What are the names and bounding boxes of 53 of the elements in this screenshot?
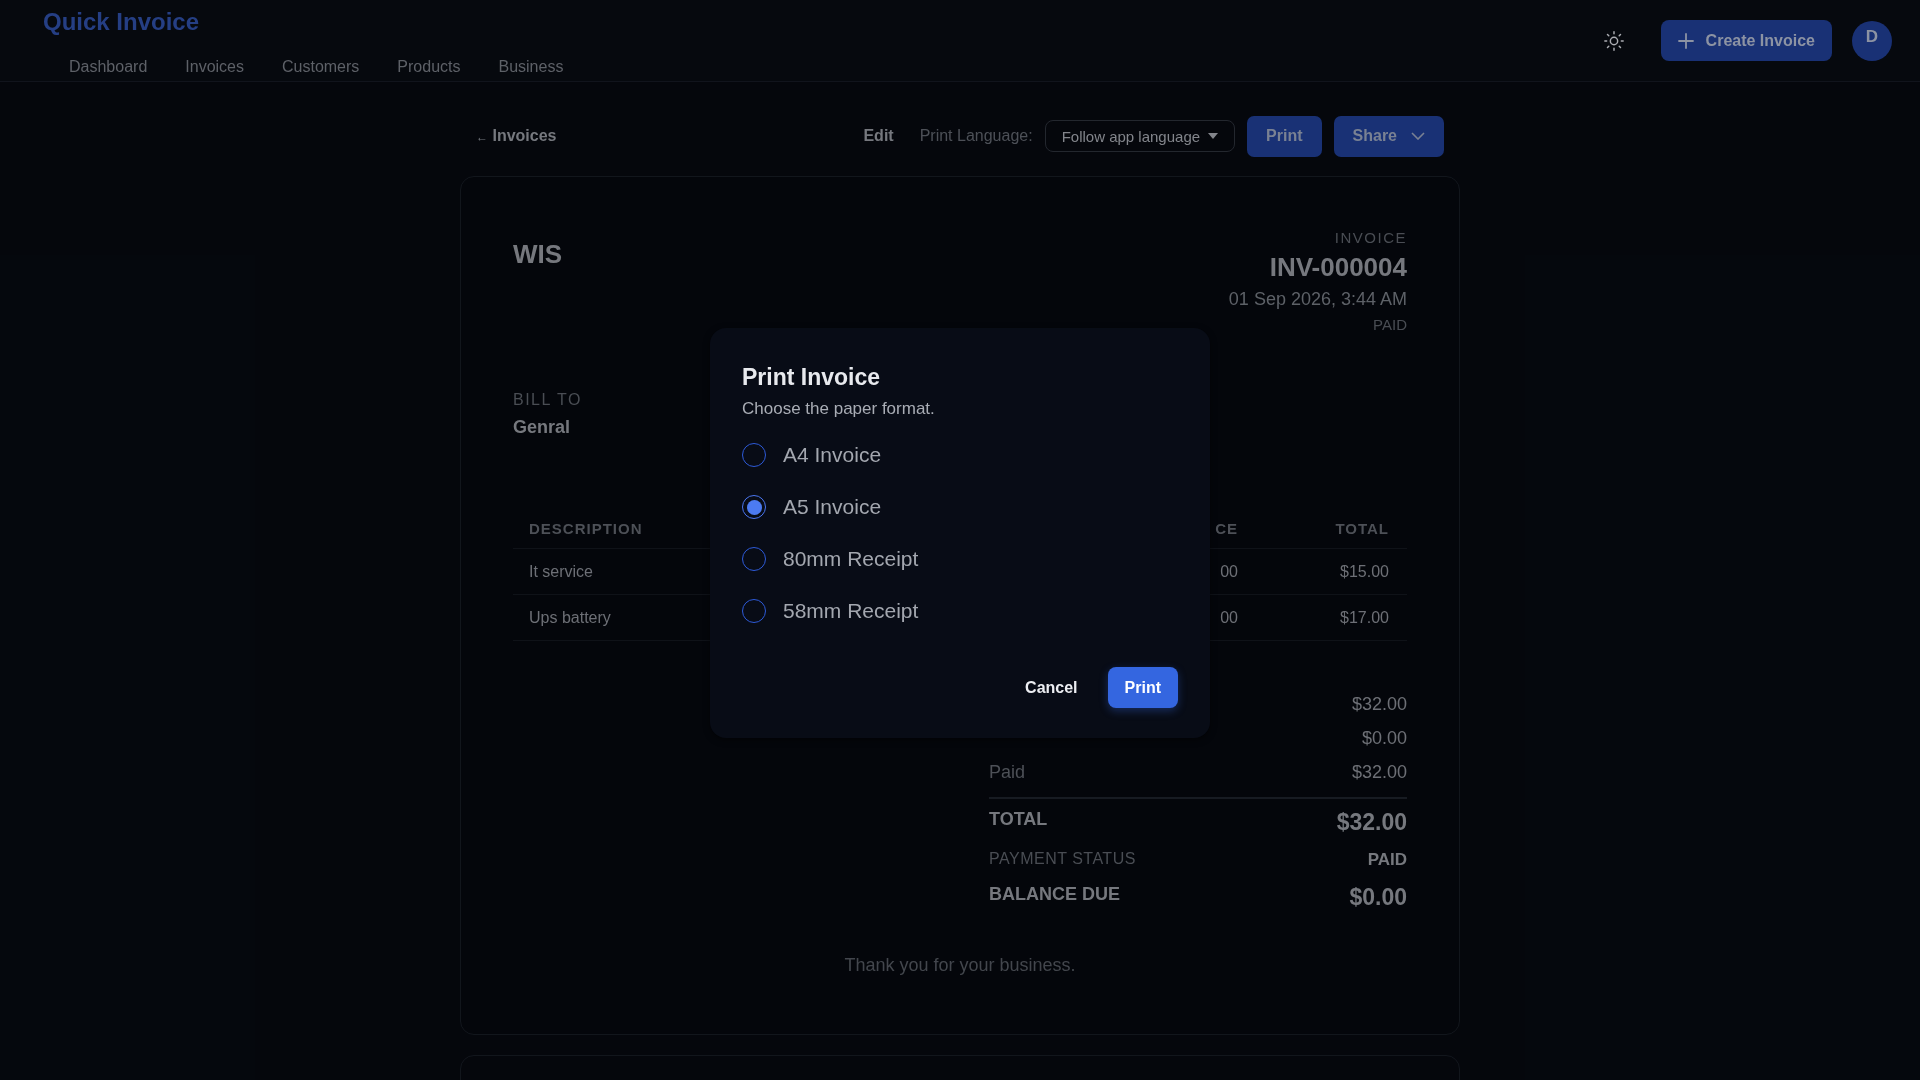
table-cell-text: $17.00 — [1339, 608, 1390, 627]
invoice-status: PAID — [1372, 316, 1407, 333]
print-button[interactable]: Print — [1247, 115, 1322, 157]
invoice-date: 01 Sep 2026, 3:44 AM — [1228, 289, 1407, 310]
summary-label: Paid — [989, 761, 1026, 783]
column-header: TOTAL — [1334, 519, 1390, 537]
caret-icon — [1208, 133, 1219, 139]
summary-value: $32.00 — [1351, 693, 1407, 715]
dialog-title: Print Invoice — [742, 364, 882, 391]
summary-value: $32.00 — [1351, 761, 1407, 783]
back-link[interactable]: ← Invoices — [476, 127, 557, 145]
table-cell-text: 00 — [1219, 608, 1239, 627]
share-button[interactable]: Share — [1333, 115, 1444, 157]
total-label: BALANCE DUE — [989, 884, 1120, 905]
total-value: PAID — [1367, 850, 1407, 870]
chevron-down-icon — [1411, 132, 1425, 140]
summary-value: $0.00 — [1361, 727, 1407, 749]
table-cell-text: It service — [528, 562, 594, 581]
print-language-select[interactable]: Follow app language — [1044, 120, 1236, 152]
nav-link[interactable]: Dashboard — [69, 58, 148, 76]
total-value: $0.00 — [1349, 884, 1407, 911]
table-cell-text: 00 — [1219, 562, 1239, 581]
app-title[interactable]: Quick Invoice — [43, 8, 564, 36]
total-value: $32.00 — [1336, 809, 1407, 836]
paper-format-option[interactable]: 58mm Receipt — [742, 599, 1178, 623]
paper-format-option[interactable]: 80mm Receipt — [742, 547, 1178, 571]
edit-link[interactable]: Edit — [863, 127, 894, 145]
nav-link[interactable]: Invoices — [185, 58, 244, 76]
dialog-subtitle: Choose the paper format. — [742, 399, 936, 419]
table-cell-text: $15.00 — [1339, 562, 1390, 581]
create-invoice-button[interactable]: Create Invoice — [1660, 20, 1832, 61]
business-name: WIS — [513, 239, 563, 271]
nav-link[interactable]: Products — [397, 58, 461, 76]
column-header: DESCRIPTION — [528, 519, 644, 537]
table-cell-text: Ups battery — [528, 608, 612, 627]
total-label: PAYMENT STATUS — [989, 850, 1136, 868]
plus-icon — [1677, 32, 1694, 49]
customer-name: Genral — [513, 417, 572, 438]
total-label: TOTAL — [989, 809, 1048, 830]
print-language-label: Print Language: — [919, 127, 1033, 145]
cancel-button[interactable]: Cancel — [1019, 677, 1084, 698]
paper-format-option[interactable]: A4 Invoice — [742, 443, 1178, 467]
invoice-number: INV-000004 — [1268, 252, 1407, 283]
column-header: CE — [1214, 519, 1239, 537]
nav-link[interactable]: Business — [498, 58, 564, 76]
user-avatar[interactable]: D — [1852, 20, 1892, 61]
print-confirm-button[interactable]: Print — [1107, 667, 1178, 708]
sun-icon[interactable] — [1602, 29, 1625, 52]
nav-link[interactable]: Customers — [282, 58, 360, 76]
thank-you-note: Thank you for your business. — [843, 955, 1077, 976]
bill-to-label: BILL TO — [513, 391, 582, 409]
document-label: INVOICE — [1333, 229, 1407, 246]
paper-format-option[interactable]: A5 Invoice — [742, 495, 1178, 519]
